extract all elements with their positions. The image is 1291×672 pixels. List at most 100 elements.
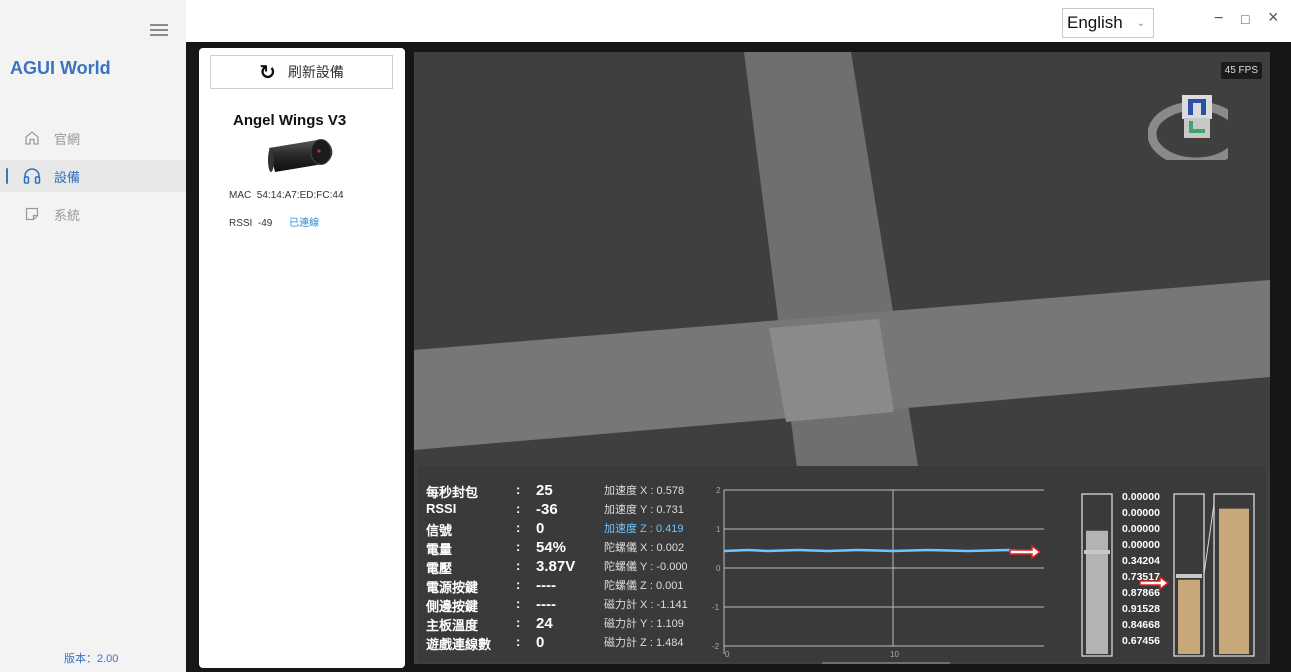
refresh-label: 刷新設備 [287,64,344,80]
stat-row: 電量:54% [426,539,567,557]
stat-row: RSSI: -36 [426,501,558,518]
sensor-reading-selected[interactable]: 加速度 Z : 0.419 [604,520,683,536]
stat-row: 電源按鍵: ---- [426,577,556,595]
stat-colon: : [516,615,521,630]
scene-beam-intersection [769,319,894,422]
sensor-reading: 陀螺儀 X : 0.002 [604,542,685,554]
device-panel: ↻ 刷新設備 Angel Wings V3 MAC 54:14:A7:ED:FC… [199,48,405,668]
stat-value: ---- [536,577,556,594]
stat-row: 主板溫度:24 [426,615,553,633]
device-rssi: RSSI -49 已連線 [229,214,319,229]
stat-value: 0 [536,634,545,651]
device-name[interactable]: Angel Wings V3 [233,112,346,129]
arrow-right-icon [1009,544,1042,560]
sidebar-item-label: 設備 [54,169,81,185]
chart-y-tick: 0 [716,564,721,573]
stat-colon: : [516,634,521,649]
chart-signal-line [723,548,1039,554]
note-icon [22,204,42,224]
sensor-reading: 加速度 X : 0.578 [604,485,685,497]
device-mac: MAC 54:14:A7:ED:FC:44 [229,190,344,201]
stat-value: 0 [536,520,545,537]
stat-row: 側邊按鍵: ---- [426,596,556,614]
stat-value: -36 [536,501,558,518]
stat-colon: : [516,482,521,497]
stat-colon: : [516,577,521,592]
bar-value: 0.87866 [1122,587,1160,599]
stat-colon: : [516,501,521,516]
stat-label: 主板溫度 [426,618,479,633]
stat-label: 電量 [426,542,453,557]
mid-bar-marker [1176,574,1202,578]
gizmo-u-inner [1193,103,1201,115]
rssi-value: -49 [257,218,273,229]
close-button[interactable]: × [1268,7,1279,28]
sensor-chart: 2 1 0 -1 -2 0 10 [712,486,1044,658]
stat-row: 電壓:3.87V [426,558,576,576]
stat-label: RSSI [426,501,457,516]
sidebar-item-system[interactable]: 系統 [0,198,186,230]
mid-bar-fill [1178,579,1200,654]
device-image[interactable] [263,134,341,187]
bar-connector-line [1203,503,1215,575]
sensor-reading: 陀螺儀 Y : -0.000 [604,561,688,573]
bar-value: 0.00000 [1122,523,1160,535]
bar-value: 0.00000 [1122,491,1160,503]
app-title: AGUI World [10,58,111,78]
sidebar-item-label: 系統 [54,207,81,223]
chevron-down-icon: ⌄ [1136,18,1145,29]
refresh-devices-button[interactable]: ↻ 刷新設備 [210,55,393,89]
stat-label: 遊戲連線數 [426,637,492,652]
maximize-button[interactable]: □ [1241,11,1249,27]
stat-row: 每秒封包:25 [426,482,553,500]
chart-y-tick: -2 [712,642,720,651]
menu-icon[interactable] [150,24,168,36]
sensor-reading: 磁力計 X : -1.141 [604,599,688,611]
minimize-button[interactable]: − [1214,10,1223,28]
chart-x-tick: 0 [725,650,730,658]
stat-label: 每秒封包 [426,485,479,500]
mac-label: MAC [229,190,252,201]
stat-value: 24 [536,615,553,632]
stat-label: 信號 [426,523,453,538]
stat-row: 信號:0 [426,520,545,538]
stat-value: 3.87V [536,558,576,575]
stat-colon: : [516,520,521,535]
left-bar-marker [1084,550,1110,554]
stat-colon: : [516,539,521,554]
stat-colon: : [516,596,521,611]
headphones-icon [22,166,42,186]
version-label: 版本：2.00 [64,653,119,665]
mac-value: 54:14:A7:ED:FC:44 [256,190,344,201]
rssi-label: RSSI [229,218,253,229]
stat-value: 25 [536,482,553,499]
stat-label: 側邊按鍵 [426,599,479,614]
gizmo-l-inner [1193,121,1205,129]
sidebar-item-device[interactable]: 設備 [0,160,186,192]
orientation-gizmo[interactable] [1148,90,1228,160]
sidebar-item-website[interactable]: 官網 [0,122,186,154]
bar-value: 0.00000 [1122,539,1160,551]
bar-value: 0.00000 [1122,507,1160,519]
stat-label: 電源按鍵 [426,580,479,595]
telemetry-panel: 每秒封包:25 RSSI: -36 信號:0 電量:54% 電壓:3.87V 電源… [418,466,1266,662]
language-select[interactable]: English ⌄ [1062,8,1154,38]
stat-label: 電壓 [426,561,453,576]
chart-y-tick: -1 [712,603,720,612]
chart-y-tick: 2 [716,486,721,495]
level-bars-graphic [1081,493,1255,657]
stat-colon: : [516,558,521,573]
level-bars: 0.00000 0.00000 0.00000 0.00000 0.34204 … [1078,474,1264,658]
left-bar-fill [1086,530,1108,654]
bar-value: 0.73517 [1122,571,1160,583]
sensor-reading: 磁力計 Y : 1.109 [604,618,684,630]
sidebar-item-label: 官網 [54,131,81,147]
chart-x-tick: 10 [890,650,899,658]
sidebar: AGUI World 官網 設備 系統 版本：2.00 [0,0,186,672]
right-bar-fill [1219,508,1249,654]
bar-value: 0.67456 [1122,635,1160,647]
sensor-reading: 陀螺儀 Z : 0.001 [604,580,684,592]
stat-value: 54% [536,539,567,556]
fps-counter: 45 FPS [1220,62,1262,79]
bar-value: 0.91528 [1122,603,1160,615]
